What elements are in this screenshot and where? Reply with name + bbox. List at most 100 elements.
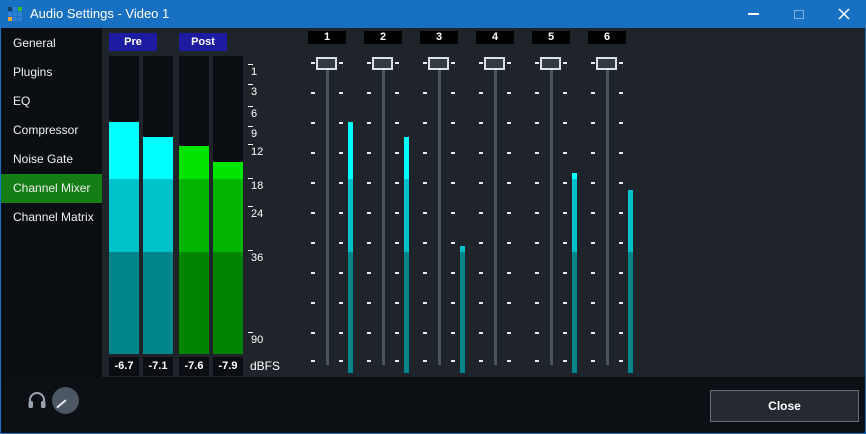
sidebar-item-plugins[interactable]: Plugins (1, 58, 102, 87)
slider-tick (507, 272, 511, 274)
slider-tick (507, 182, 511, 184)
slider-tick (339, 360, 343, 362)
meter-reading: -7.9 (213, 357, 243, 376)
slider-tick (535, 152, 539, 154)
volume-slider-track[interactable] (438, 58, 441, 365)
slider-tick (395, 182, 399, 184)
slider-tick (591, 302, 595, 304)
slider-tick (507, 242, 511, 244)
volume-slider-track[interactable] (382, 58, 385, 365)
slider-tick (311, 152, 315, 154)
slider-tick (479, 152, 483, 154)
slider-tick (591, 242, 595, 244)
level-meter-column (109, 56, 139, 354)
slider-tick (619, 182, 623, 184)
slider-tick (479, 212, 483, 214)
minimize-button[interactable] (731, 0, 776, 28)
volume-slider-handle[interactable] (316, 57, 337, 70)
slider-tick (591, 212, 595, 214)
volume-slider-handle[interactable] (596, 57, 617, 70)
scale-label: 6 (251, 108, 257, 120)
slider-tick (535, 332, 539, 334)
sidebar-item-channel-matrix[interactable]: Channel Matrix (1, 203, 102, 232)
slider-tick (563, 272, 567, 274)
slider-tick (395, 360, 399, 362)
channel-strip-3: 3 (411, 28, 467, 377)
slider-tick (339, 92, 343, 94)
slider-tick (619, 152, 623, 154)
slider-tick (619, 332, 623, 334)
slider-tick (535, 242, 539, 244)
slider-tick (591, 332, 595, 334)
slider-tick (619, 62, 623, 64)
level-meter-column (143, 56, 173, 354)
slider-tick (479, 302, 483, 304)
meter-reading: -6.7 (109, 357, 139, 376)
slider-tick (339, 212, 343, 214)
sidebar-item-noise-gate[interactable]: Noise Gate (1, 145, 102, 174)
volume-slider-track[interactable] (494, 58, 497, 365)
slider-tick (563, 332, 567, 334)
slider-tick (395, 212, 399, 214)
slider-tick (423, 360, 427, 362)
close-button[interactable]: Close (710, 390, 859, 422)
channel-level-meter (348, 58, 353, 373)
close-window-button[interactable] (821, 0, 866, 28)
dbfs-unit-label: dBFS (250, 357, 280, 376)
slider-tick (367, 92, 371, 94)
slider-tick (563, 152, 567, 154)
slider-tick (507, 62, 511, 64)
headphones-icon[interactable] (27, 390, 47, 410)
slider-tick (479, 92, 483, 94)
slider-tick (507, 332, 511, 334)
db-scale-mark: 90 (248, 332, 272, 348)
scale-tick (248, 332, 253, 333)
slider-tick (367, 152, 371, 154)
slider-tick (423, 152, 427, 154)
volume-slider-handle[interactable] (484, 57, 505, 70)
slider-tick (395, 152, 399, 154)
slider-tick (563, 182, 567, 184)
volume-slider-track[interactable] (606, 58, 609, 365)
sidebar-item-eq[interactable]: EQ (1, 87, 102, 116)
monitor-volume-knob[interactable] (52, 387, 79, 414)
channel-number: 4 (476, 31, 514, 44)
scale-label: 36 (251, 252, 263, 264)
channel-strip-4: 4 (467, 28, 523, 377)
sidebar-item-channel-mixer[interactable]: Channel Mixer (1, 174, 102, 203)
slider-tick (535, 182, 539, 184)
db-scale-mark: 12 (248, 144, 272, 160)
sidebar-item-general[interactable]: General (1, 29, 102, 58)
slider-tick (535, 272, 539, 274)
slider-tick (619, 272, 623, 274)
slider-tick (367, 212, 371, 214)
volume-slider-handle[interactable] (372, 57, 393, 70)
level-meter-column (179, 56, 209, 354)
slider-tick (619, 212, 623, 214)
slider-tick (339, 272, 343, 274)
titlebar[interactable]: Audio Settings - Video 1 (0, 0, 866, 28)
slider-tick (479, 242, 483, 244)
slider-tick (563, 242, 567, 244)
volume-slider-track[interactable] (326, 58, 329, 365)
slider-tick (423, 332, 427, 334)
slider-tick (535, 360, 539, 362)
slider-tick (535, 302, 539, 304)
volume-slider-handle[interactable] (428, 57, 449, 70)
slider-tick (535, 122, 539, 124)
slider-tick (367, 360, 371, 362)
db-scale-mark: 24 (248, 206, 272, 222)
slider-tick (339, 242, 343, 244)
slider-tick (507, 302, 511, 304)
slider-tick (367, 122, 371, 124)
db-scale-mark: 3 (248, 84, 272, 100)
slider-tick (423, 272, 427, 274)
slider-tick (339, 122, 343, 124)
scale-tick (248, 250, 253, 251)
volume-slider-handle[interactable] (540, 57, 561, 70)
sidebar-item-compressor[interactable]: Compressor (1, 116, 102, 145)
db-scale-mark: 6 (248, 106, 272, 122)
meter-reading: -7.1 (143, 357, 173, 376)
slider-tick (563, 212, 567, 214)
volume-slider-track[interactable] (550, 58, 553, 365)
